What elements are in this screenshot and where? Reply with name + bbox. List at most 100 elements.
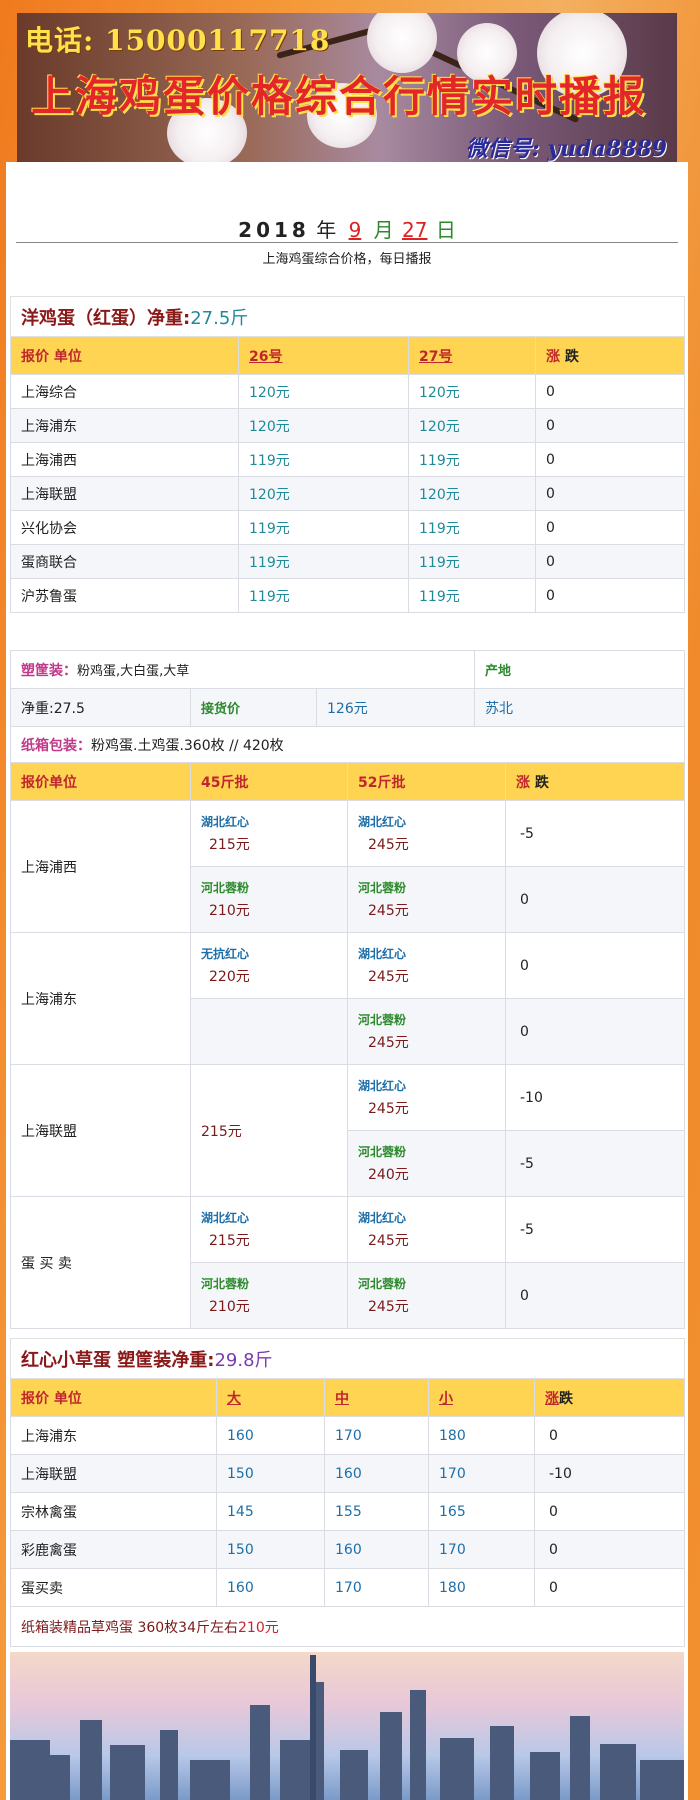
price-big-cell: 150 bbox=[216, 1530, 325, 1569]
table-row: 上海浦西 湖北红心 215元 湖北红心 245元 -5 bbox=[10, 800, 685, 933]
price-mid-cell: 160 bbox=[324, 1530, 429, 1569]
origin-tag: 湖北红心 bbox=[358, 947, 407, 961]
building-decoration bbox=[250, 1705, 270, 1800]
s3-header-big: 大 bbox=[216, 1378, 325, 1417]
table-row: 沪苏鲁蛋 119元 119元 0 bbox=[10, 578, 686, 613]
table-row: 上海联盟 150 160 170 -10 bbox=[10, 1454, 686, 1493]
tv-tower-decoration bbox=[310, 1655, 316, 1800]
col-header-change: 涨 跌 bbox=[534, 336, 686, 375]
carton-header-45: 45斤批 bbox=[190, 762, 348, 801]
unit-cell: 上海联盟 bbox=[10, 476, 239, 511]
price-45-value: 210元 bbox=[209, 1299, 250, 1315]
change-cell: 0 bbox=[534, 578, 686, 613]
price-45-cell: 河北蓉粉 210元 bbox=[190, 866, 348, 933]
price-52-cell: 湖北红心 245元 bbox=[347, 1196, 506, 1263]
price-45-value: 215元 bbox=[201, 1123, 242, 1140]
price-52-value: 245元 bbox=[368, 903, 409, 919]
change-cell: 0 bbox=[534, 442, 686, 477]
unit-cell: 上海浦东 bbox=[10, 1416, 217, 1455]
origin-tag: 河北蓉粉 bbox=[358, 881, 407, 895]
unit-cell: 上海综合 bbox=[10, 374, 239, 409]
price-45-value: 220元 bbox=[209, 969, 250, 985]
carton-label: 纸箱包装： bbox=[21, 737, 91, 754]
carton-header-change: 涨 跌 bbox=[505, 762, 685, 801]
unit-cell: 上海联盟 bbox=[10, 1454, 217, 1493]
premium-note-price: 210元 bbox=[238, 1619, 279, 1636]
date-month: 9 bbox=[348, 218, 362, 242]
table-row: 上海浦西 119元 119元 0 bbox=[10, 442, 686, 477]
price-45-value: 215元 bbox=[209, 837, 250, 853]
building-decoration bbox=[570, 1716, 590, 1800]
unit-cell: 上海浦西 bbox=[10, 442, 239, 477]
origin-tag: 湖北红心 bbox=[358, 1079, 407, 1093]
price-45-value: 215元 bbox=[209, 1233, 250, 1249]
change-cell: 0 bbox=[505, 998, 685, 1065]
price-45-cell: 湖北红心 215元 bbox=[190, 1196, 348, 1263]
origin-label: 产地 bbox=[474, 650, 686, 689]
price-45-cell: 无抗红心 220元 bbox=[190, 932, 348, 999]
table-row: 宗林禽蛋 145 155 165 0 bbox=[10, 1492, 686, 1531]
change-value: -5 bbox=[520, 1221, 534, 1238]
price-52-value: 245元 bbox=[368, 1299, 409, 1315]
origin-tag: 湖北红心 bbox=[201, 1211, 250, 1225]
price-mid-cell: 160 bbox=[324, 1454, 429, 1493]
building-decoration bbox=[110, 1745, 145, 1800]
price-27-cell: 120元 bbox=[408, 408, 536, 443]
change-value: 0 bbox=[520, 1287, 529, 1304]
date-year-unit: 年 bbox=[316, 218, 337, 242]
table-row: 蛋买卖 160 170 180 0 bbox=[10, 1568, 686, 1607]
change-cell: 0 bbox=[533, 1568, 686, 1607]
change-cell: 0 bbox=[534, 408, 686, 443]
price-52-cell: 河北蓉粉 245元 bbox=[347, 866, 506, 933]
building-decoration bbox=[440, 1738, 474, 1800]
banner-headline: 上海鸡蛋价格综合行情实时播报 bbox=[31, 72, 648, 121]
col-header-27: 27号 bbox=[408, 336, 536, 375]
origin-tag: 湖北红心 bbox=[358, 1211, 407, 1225]
table-row: 上海联盟 120元 120元 0 bbox=[10, 476, 686, 511]
date-month-unit: 月 bbox=[373, 218, 394, 242]
origin-value: 苏北 bbox=[474, 688, 686, 727]
change-cell: 0 bbox=[534, 544, 686, 579]
change-cell: 0 bbox=[534, 374, 686, 409]
price-big-cell: 160 bbox=[216, 1416, 325, 1455]
unit-cell: 沪苏鲁蛋 bbox=[10, 578, 239, 613]
building-decoration bbox=[280, 1740, 310, 1800]
price-52-cell: 河北蓉粉 245元 bbox=[347, 1262, 506, 1329]
table-row: 上海综合 120元 120元 0 bbox=[10, 374, 686, 409]
building-decoration bbox=[340, 1750, 368, 1800]
carton-unit-cell: 上海浦西 bbox=[10, 800, 191, 933]
change-cell: -10 bbox=[533, 1454, 686, 1493]
carton-unit-cell: 上海浦东 bbox=[10, 932, 191, 1065]
price-45-cell: 河北蓉粉 210元 bbox=[190, 1262, 348, 1329]
foreign-egg-table: 洋鸡蛋（红蛋）净重:27.5斤 报价 单位 26号 27号 涨 跌 上海综合 12… bbox=[9, 296, 686, 613]
section-title-text: 洋鸡蛋（红蛋）净重: bbox=[21, 307, 191, 329]
col-header-unit: 报价 单位 bbox=[10, 336, 239, 375]
change-value: -10 bbox=[520, 1089, 543, 1106]
col-header-up: 涨 bbox=[546, 348, 560, 365]
origin-tag: 河北蓉粉 bbox=[358, 1013, 407, 1027]
change-cell: 0 bbox=[534, 510, 686, 545]
s3-header-mid-text: 中 bbox=[335, 1390, 349, 1407]
unit-cell: 兴化协会 bbox=[10, 510, 239, 545]
origin-tag: 湖北红心 bbox=[201, 815, 250, 829]
table-row: 上海浦东 无抗红心 220元 湖北红心 245元 0 bbox=[10, 932, 685, 1065]
change-value: 0 bbox=[520, 891, 529, 908]
price-26-cell: 119元 bbox=[238, 578, 409, 613]
col-header-down: 跌 bbox=[564, 348, 579, 365]
table-row: 兴化协会 119元 119元 0 bbox=[10, 510, 686, 545]
pickup-price: 126元 bbox=[315, 688, 476, 727]
s3-header-small: 小 bbox=[428, 1378, 535, 1417]
change-cell: -5 bbox=[505, 1130, 685, 1197]
plastic-desc: 粉鸡蛋,大白蛋,大草 bbox=[77, 663, 190, 679]
price-45-cell bbox=[190, 998, 348, 1065]
price-small-cell: 180 bbox=[428, 1416, 535, 1455]
origin-tag: 河北蓉粉 bbox=[358, 1145, 407, 1159]
change-value: -5 bbox=[520, 1155, 534, 1172]
table-row: 蛋商联合 119元 119元 0 bbox=[10, 544, 686, 579]
table-row: 上海联盟 215元 湖北红心 245元 -10 bbox=[10, 1064, 685, 1197]
building-decoration bbox=[640, 1760, 684, 1800]
grass-egg-table: 红心小草蛋 塑筐装净重:29.8斤 报价 单位 大 中 小 涨跌 上海浦东 160… bbox=[9, 1338, 686, 1647]
col-header-26-text: 26号 bbox=[249, 348, 283, 365]
change-cell: 0 bbox=[505, 1262, 685, 1329]
section3-title-text: 红心小草蛋 塑筐装净重: bbox=[21, 1349, 215, 1371]
